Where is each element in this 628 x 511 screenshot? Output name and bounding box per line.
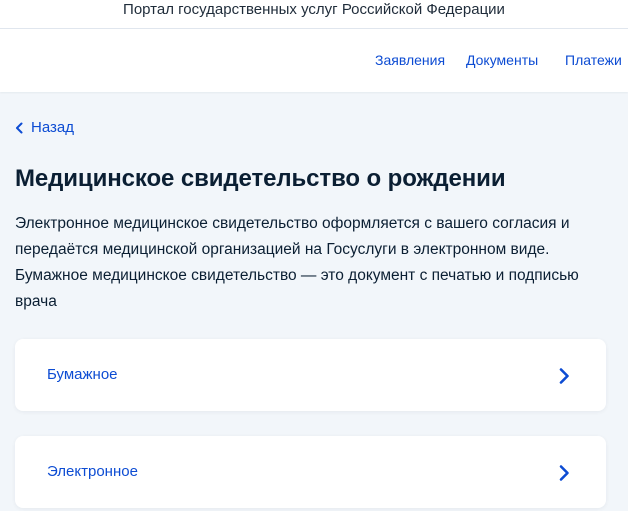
chevron-right-icon	[559, 368, 569, 384]
page-title: Медицинское свидетельство о рождении	[15, 165, 506, 192]
option-electronic-button[interactable]: Электронное	[15, 436, 606, 508]
option-paper-button[interactable]: Бумажное	[15, 339, 606, 411]
chevron-right-icon	[559, 465, 569, 481]
back-link-label: Назад	[31, 119, 74, 136]
option-electronic-label: Электронное	[47, 463, 138, 480]
chevron-left-icon	[16, 122, 23, 134]
nav-bar: Заявления Документы Платежи	[0, 29, 628, 92]
nav-link-documents[interactable]: Документы	[466, 51, 538, 69]
back-link[interactable]: Назад	[15, 118, 74, 138]
option-paper-label: Бумажное	[47, 366, 118, 383]
top-bar: Портал государственных услуг Российской …	[0, 0, 628, 29]
page-description: Электронное медицинское свидетельство оф…	[15, 215, 579, 310]
nav-link-applications[interactable]: Заявления	[375, 51, 445, 69]
nav-link-payments[interactable]: Платежи	[565, 51, 622, 69]
portal-title: Портал государственных услуг Российской …	[123, 1, 505, 18]
